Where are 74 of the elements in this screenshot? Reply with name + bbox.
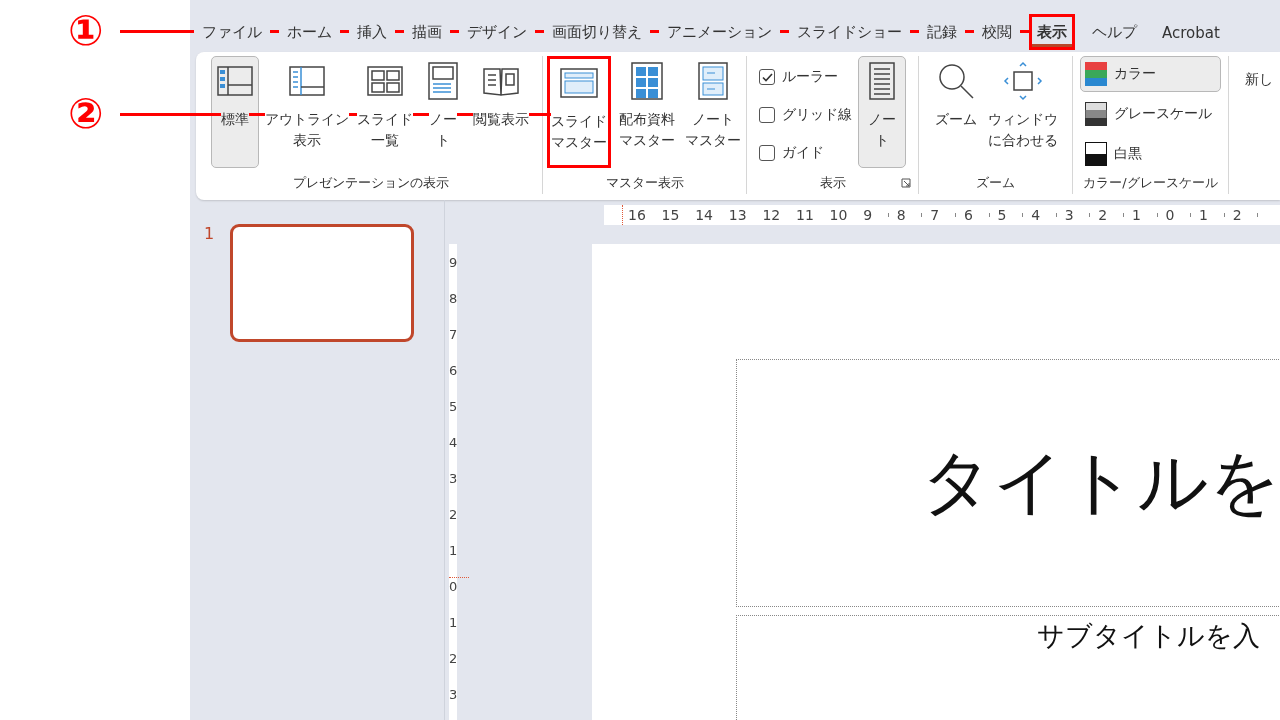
ribbon-button[interactable]: 新し [1235, 56, 1280, 168]
ruler-number: 4 [1031, 207, 1041, 223]
color-swatch-icon [1085, 62, 1107, 86]
ribbon-button[interactable]: カラー [1080, 56, 1221, 92]
ruler-number: 9 [863, 207, 873, 223]
ruler-number: 10 [829, 207, 848, 223]
ribbon-button[interactable]: ウィンドウ に合わせる [985, 56, 1060, 168]
ruler-number: 13 [728, 207, 747, 223]
ribbon-button[interactable]: ノー ト [419, 56, 467, 168]
monochrome-swatch-icon [1085, 142, 1107, 166]
ruler-number: 0 [449, 579, 458, 593]
checkbox[interactable] [759, 107, 775, 123]
ruler-number: 6 [963, 207, 973, 223]
checkbox[interactable] [759, 69, 775, 85]
ribbon-button[interactable]: ズーム [931, 56, 980, 168]
ruler-number: 5 [449, 399, 458, 413]
ribbon-button[interactable]: 白黒 [1080, 136, 1221, 172]
ribbon-button[interactable]: スライド マスター [546, 56, 611, 168]
slide-title: タイトルを [921, 440, 1280, 525]
ruler-number: 6 [449, 363, 458, 377]
ruler-number: 2 [1098, 207, 1108, 223]
fit-window-icon [1002, 61, 1043, 101]
shade-swatch-icon [1085, 102, 1107, 126]
ruler-number: 12 [762, 207, 781, 223]
ruler-number: 14 [695, 207, 713, 223]
callout-number: ① [68, 10, 104, 52]
slide-subtitle: サブタイトルを入 [1037, 620, 1261, 651]
group-title: マスター表示 [605, 174, 684, 192]
ruler-number: 0 [1165, 207, 1175, 223]
subtitle-placeholder[interactable]: サブタイトルを入 [736, 615, 1280, 720]
checkbox[interactable] [759, 145, 775, 161]
ribbon-button[interactable]: アウトライン 表示 [263, 56, 351, 168]
position-marker [449, 577, 469, 578]
ruler-number: 1 [449, 615, 458, 629]
ruler-number: 3 [449, 687, 458, 701]
group-title: プレゼンテーションの表示 [293, 174, 449, 192]
ruler-number: 3 [1064, 207, 1074, 223]
group-title: ズーム [976, 174, 1015, 192]
ribbon-button[interactable]: グレースケール [1080, 96, 1221, 132]
ruler-number: 8 [896, 207, 906, 223]
group-title: カラー/グレースケール [1083, 174, 1218, 192]
ribbon-button[interactable]: 配布資料 マスター [616, 56, 677, 168]
ruler-number: 1 [1199, 207, 1208, 223]
ruler-number: 2 [449, 507, 458, 521]
ribbon-button[interactable]: スライド 一覧 [355, 56, 415, 168]
ribbon-tab[interactable]: 表示 [1029, 14, 1075, 50]
ruler-number: 8 [449, 291, 458, 305]
ribbon-button[interactable]: ノー ト [858, 56, 906, 168]
ruler-number: 1 [1131, 207, 1141, 223]
checkbox-label: グリッド線 [782, 106, 852, 124]
checkbox-label: ガイド [782, 144, 824, 162]
ruler-number: 16 [628, 207, 646, 223]
ruler-number: 11 [795, 207, 814, 223]
ribbon-button[interactable]: 標準 [211, 56, 259, 168]
ruler-number: 7 [449, 327, 458, 341]
ruler-number: 9 [449, 255, 458, 269]
ruler-number: 4 [449, 435, 458, 449]
slide-thumbnail[interactable] [230, 224, 415, 342]
ruler-number: 2 [1232, 207, 1242, 223]
callout-number: ② [68, 93, 104, 135]
ruler-number: 5 [997, 207, 1007, 223]
checkbox-label: ルーラー [782, 68, 838, 86]
ruler-number: 3 [449, 471, 458, 485]
position-marker [622, 205, 623, 225]
ruler-number: 15 [661, 207, 680, 223]
ruler-number: 1 [449, 543, 458, 557]
ruler-number: 7 [930, 207, 940, 223]
ribbon-button[interactable]: 閲覧表示 [471, 56, 531, 168]
ruler-number: 2 [449, 651, 458, 665]
slide-number: 1 [204, 224, 215, 242]
title-placeholder[interactable]: タイトルを [736, 359, 1280, 607]
dialog-launcher-icon[interactable] [901, 178, 911, 188]
ribbon-button[interactable]: ノート マスター [682, 56, 743, 168]
group-title: 表示 [819, 174, 846, 192]
